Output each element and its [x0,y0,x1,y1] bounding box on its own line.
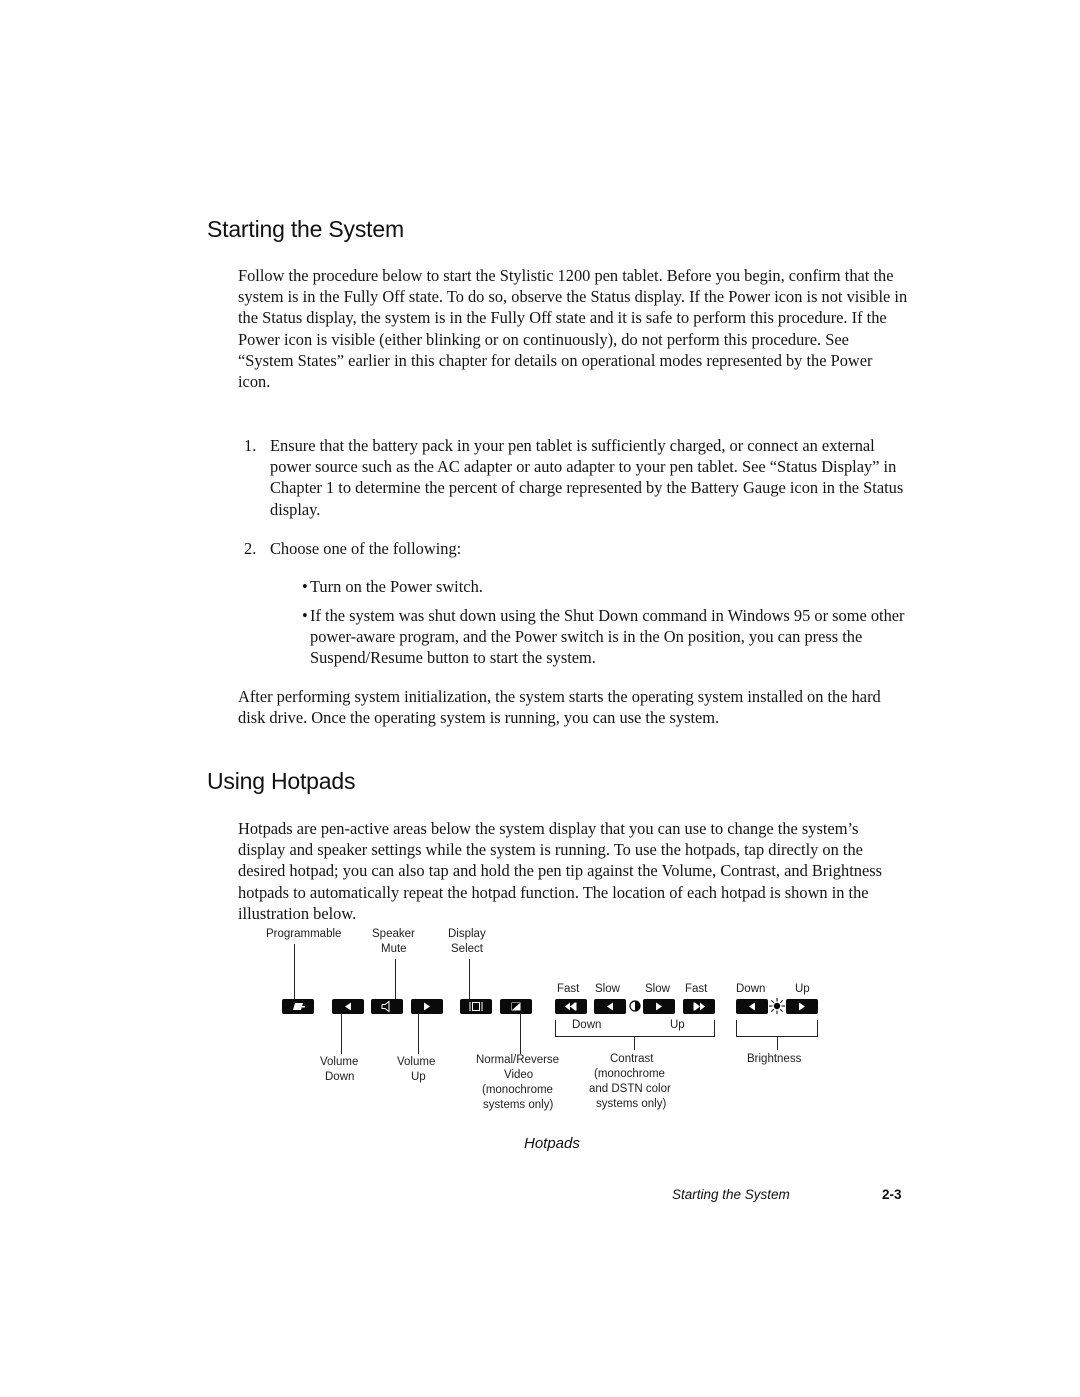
connector-line [777,1036,778,1050]
step-2: 2. Choose one of the following: [244,538,908,559]
outro-paragraph: After performing system initialization, … [238,687,881,728]
label-brightness-up: Up [795,983,810,995]
reverse-video-icon [511,1002,521,1011]
bullet-text: If the system was shut down using the Sh… [310,606,905,668]
step-number: 1. [244,436,257,455]
hotpad-display-select[interactable] [460,999,492,1014]
intro-paragraph-starting: Follow the procedure below to start the … [238,266,908,392]
bracket-line [555,1020,556,1037]
label-contrast-up: Up [670,1019,685,1031]
section-heading-using-hotpads: Using Hotpads [207,768,356,794]
label-brightness-down: Down [736,983,766,995]
connector-line [520,1014,521,1054]
brightness-sun-icon [769,998,785,1014]
label-programmable: Programmable [266,928,342,940]
label-fast: Fast [685,983,708,995]
hotpad-volume-down[interactable] [332,999,364,1014]
connector-line [294,944,295,999]
bullet-text: Turn on the Power switch. [310,577,483,596]
label-systems-only: systems only) [483,1099,554,1111]
label-slow: Slow [595,983,620,995]
hotpad-contrast-up-slow[interactable] [643,999,675,1014]
label-contrast: Contrast [610,1053,654,1065]
label-fast: Fast [557,983,580,995]
double-right-arrow-icon [693,1002,705,1011]
pen-icon [293,1003,305,1010]
double-left-arrow-icon [565,1002,577,1011]
page-number: 2-3 [882,1187,902,1202]
right-arrow-icon [656,1002,662,1011]
label-up: Up [411,1071,426,1083]
intro-paragraph-hotpads: Hotpads are pen-active areas below the s… [238,819,882,923]
label-systems-only: systems only) [596,1098,667,1110]
step-1: 1. Ensure that the battery pack in your … [244,435,908,520]
display-icon [469,1002,483,1011]
label-video: Video [504,1069,534,1081]
hotpad-speaker-mute[interactable] [371,999,403,1014]
left-arrow-icon [749,1002,755,1011]
hotpad-contrast-up-fast[interactable] [683,999,715,1014]
hotpad-volume-up[interactable] [411,999,443,1014]
connector-line [418,1014,419,1054]
right-arrow-icon [799,1002,805,1011]
bullet-item: • If the system was shut down using the … [302,605,908,669]
section-heading-starting-system: Starting the System [207,216,404,242]
connector-line [341,1014,342,1054]
step-number: 2. [244,539,257,558]
left-arrow-icon [345,1002,351,1011]
label-brightness: Brightness [747,1053,802,1065]
speaker-icon [381,1000,390,1013]
hotpad-programmable[interactable] [282,999,314,1014]
label-down: Down [325,1071,355,1083]
bracket-line [817,1020,818,1037]
hotpad-brightness-down[interactable] [736,999,768,1014]
figure-caption: Hotpads [524,1135,580,1152]
label-display: Display [448,928,486,940]
footer-section-title: Starting the System [672,1187,790,1202]
connector-line [469,959,470,999]
left-arrow-icon [607,1002,613,1011]
right-arrow-icon [424,1002,430,1011]
bracket-line [736,1020,737,1037]
bullet-item: • Turn on the Power switch. [302,576,908,597]
connector-line [395,959,396,999]
label-contrast-down: Down [572,1019,602,1031]
label-monochrome: (monochrome [594,1068,665,1080]
step-text: Choose one of the following: [270,539,462,558]
label-monochrome: (monochrome [482,1084,553,1096]
label-volume: Volume [320,1056,359,1068]
hotpad-contrast-down-slow[interactable] [594,999,626,1014]
bullet-icon: • [302,606,308,625]
hotpad-brightness-up[interactable] [786,999,818,1014]
step-text: Ensure that the battery pack in your pen… [270,436,904,519]
bracket-line [714,1020,715,1037]
bracket-line [555,1036,715,1037]
hotpad-contrast-down-fast[interactable] [555,999,587,1014]
label-mute: Mute [381,943,407,955]
connector-line [634,1036,635,1050]
label-volume: Volume [397,1056,436,1068]
label-dstn-color: and DSTN color [589,1083,671,1095]
contrast-icon [629,1000,641,1012]
bullet-icon: • [302,577,308,596]
label-select: Select [451,943,483,955]
label-speaker: Speaker [372,928,415,940]
label-slow: Slow [645,983,670,995]
label-normal-reverse: Normal/Reverse [476,1054,560,1066]
hotpad-normal-reverse-video[interactable] [500,999,532,1014]
